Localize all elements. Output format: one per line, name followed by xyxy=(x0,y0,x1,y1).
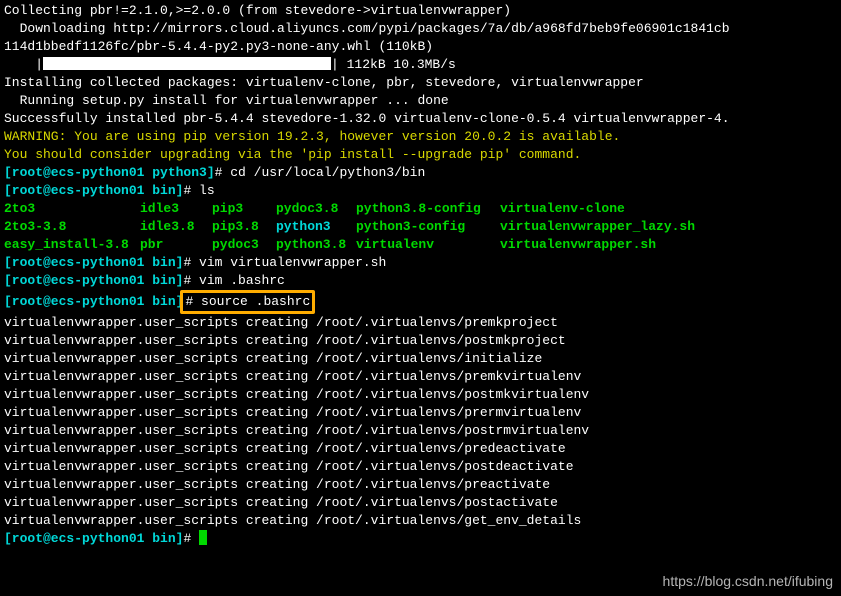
ls-file: virtualenv xyxy=(356,236,500,254)
prompt-line[interactable]: [root@ecs-python01 bin]# vim .bashrc xyxy=(4,272,837,290)
output-line: Successfully installed pbr-5.4.4 stevedo… xyxy=(4,110,837,128)
output-line: virtualenvwrapper.user_scripts creating … xyxy=(4,458,837,476)
ls-file: python3 xyxy=(276,218,356,236)
ls-file: pip3.8 xyxy=(212,218,276,236)
progress-suffix: | 112kB 10.3MB/s xyxy=(331,57,456,72)
ls-file: idle3.8 xyxy=(140,218,212,236)
ls-file: pbr xyxy=(140,236,212,254)
progress-line: | | 112kB 10.3MB/s xyxy=(4,56,837,74)
prompt-prefix: [root@ecs-python01 bin] xyxy=(4,273,183,288)
ls-file: python3.8 xyxy=(276,236,356,254)
ls-file: virtualenv-clone xyxy=(500,200,837,218)
ls-file: virtualenvwrapper_lazy.sh xyxy=(500,218,837,236)
prompt-cmd: # xyxy=(183,531,199,546)
output-line: 114d1bbedf1126fc/pbr-5.4.4-py2.py3-none-… xyxy=(4,38,837,56)
ls-output: 2to3 2to3-3.8 easy_install-3.8 idle3 idl… xyxy=(4,200,837,254)
ls-file: 2to3-3.8 xyxy=(4,218,140,236)
prompt-cmd: # source .bashrc xyxy=(185,294,310,309)
ls-file: idle3 xyxy=(140,200,212,218)
progress-bar xyxy=(43,57,331,70)
ls-file: pip3 xyxy=(212,200,276,218)
ls-file: python3.8-config xyxy=(356,200,500,218)
output-line: virtualenvwrapper.user_scripts creating … xyxy=(4,512,837,530)
output-line: virtualenvwrapper.user_scripts creating … xyxy=(4,440,837,458)
prompt-cmd: # cd /usr/local/python3/bin xyxy=(215,165,426,180)
output-line: Collecting pbr!=2.1.0,>=2.0.0 (from stev… xyxy=(4,2,837,20)
output-line: Running setup.py install for virtualenvw… xyxy=(4,92,837,110)
ls-file: 2to3 xyxy=(4,200,140,218)
prompt-prefix: [root@ecs-python01 python3] xyxy=(4,165,215,180)
progress-prefix: | xyxy=(4,57,43,72)
output-line: virtualenvwrapper.user_scripts creating … xyxy=(4,368,837,386)
output-line: virtualenvwrapper.user_scripts creating … xyxy=(4,332,837,350)
prompt-line[interactable]: [root@ecs-python01 bin]# xyxy=(4,530,837,548)
cursor xyxy=(199,530,207,545)
ls-file: pydoc3 xyxy=(212,236,276,254)
prompt-line[interactable]: [root@ecs-python01 bin]# ls xyxy=(4,182,837,200)
prompt-cmd: # vim .bashrc xyxy=(183,273,284,288)
highlighted-command: # source .bashrc xyxy=(180,290,315,314)
output-line: virtualenvwrapper.user_scripts creating … xyxy=(4,494,837,512)
prompt-line[interactable]: [root@ecs-python01 python3]# cd /usr/loc… xyxy=(4,164,837,182)
output-line: virtualenvwrapper.user_scripts creating … xyxy=(4,350,837,368)
ls-file: pydoc3.8 xyxy=(276,200,356,218)
prompt-cmd: # vim virtualenvwrapper.sh xyxy=(183,255,386,270)
output-line: Downloading http://mirrors.cloud.aliyunc… xyxy=(4,20,837,38)
prompt-prefix: [root@ecs-python01 bin] xyxy=(4,294,183,309)
output-line: virtualenvwrapper.user_scripts creating … xyxy=(4,404,837,422)
prompt-prefix: [root@ecs-python01 bin] xyxy=(4,183,183,198)
ls-file: easy_install-3.8 xyxy=(4,236,140,254)
output-line: virtualenvwrapper.user_scripts creating … xyxy=(4,386,837,404)
ls-file: python3-config xyxy=(356,218,500,236)
prompt-line[interactable]: [root@ecs-python01 bin]# source .bashrc xyxy=(4,290,837,314)
output-line: Installing collected packages: virtualen… xyxy=(4,74,837,92)
output-line: virtualenvwrapper.user_scripts creating … xyxy=(4,422,837,440)
prompt-prefix: [root@ecs-python01 bin] xyxy=(4,255,183,270)
prompt-cmd: # ls xyxy=(183,183,214,198)
prompt-line[interactable]: [root@ecs-python01 bin]# vim virtualenvw… xyxy=(4,254,837,272)
watermark: https://blog.csdn.net/ifubing xyxy=(663,572,833,590)
warning-line: You should consider upgrading via the 'p… xyxy=(4,146,837,164)
output-line: virtualenvwrapper.user_scripts creating … xyxy=(4,476,837,494)
prompt-prefix: [root@ecs-python01 bin] xyxy=(4,531,183,546)
output-line: virtualenvwrapper.user_scripts creating … xyxy=(4,314,837,332)
ls-file: virtualenvwrapper.sh xyxy=(500,236,837,254)
warning-line: WARNING: You are using pip version 19.2.… xyxy=(4,128,837,146)
